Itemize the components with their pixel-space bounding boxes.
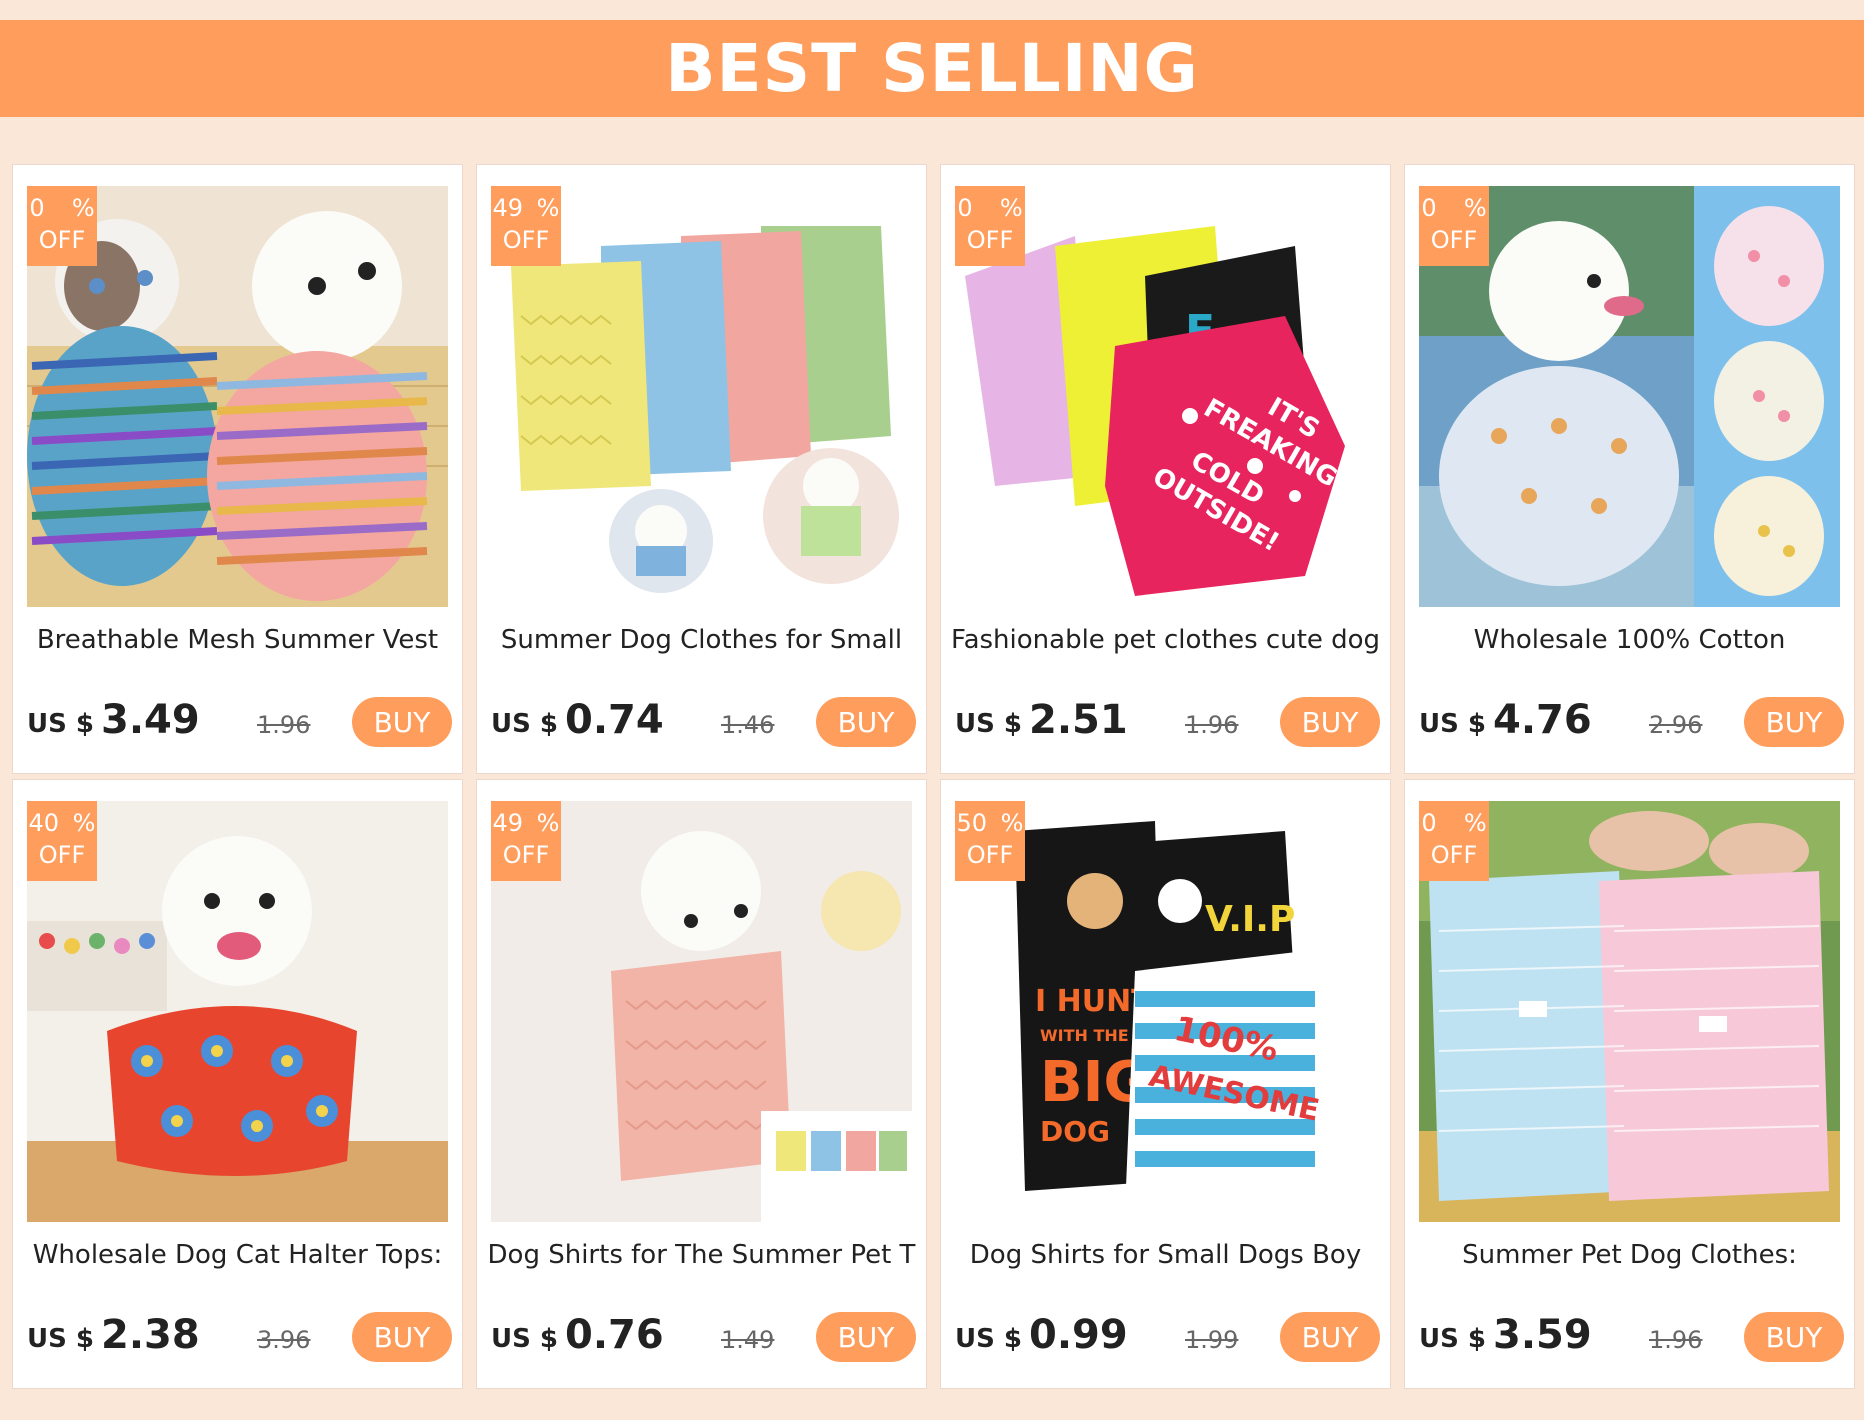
shirt-print-text: V.I.P [1205, 899, 1295, 940]
discount-percent: 50 % [956, 809, 1024, 837]
discount-percent: 0 % [29, 194, 95, 222]
product-title[interactable]: Fashionable pet clothes cute dog [951, 625, 1380, 655]
discount-off-label: OFF [38, 841, 86, 869]
product-title[interactable]: Breathable Mesh Summer Vest [23, 625, 452, 655]
discount-off-label: OFF [502, 226, 550, 254]
discount-percent: 0 % [1421, 809, 1487, 837]
sale-price: 0.74 [565, 697, 664, 743]
price-row: US $ 0.76 1.49 BUY [491, 1310, 916, 1366]
product-title[interactable]: Summer Dog Clothes for Small [487, 625, 916, 655]
buy-button[interactable]: BUY [1744, 1312, 1844, 1362]
currency-label: US $ [1419, 1324, 1486, 1354]
currency-label: US $ [955, 709, 1022, 739]
price-row: US $ 0.74 1.46 BUY [491, 695, 916, 751]
original-price: 1.96 [257, 711, 311, 739]
product-title[interactable]: Dog Shirts for The Summer Pet T [487, 1240, 916, 1270]
product-card[interactable]: 0 % OFF Wholesale 100% Cotton US $ 4.76 … [1404, 164, 1855, 774]
discount-off-label: OFF [966, 226, 1014, 254]
discount-badge: 40 % OFF [27, 801, 97, 881]
currency-label: US $ [955, 1324, 1022, 1354]
discount-badge: 0 % OFF [27, 186, 97, 266]
discount-badge: 49 % OFF [491, 801, 561, 881]
discount-badge: 0 % OFF [1419, 801, 1489, 881]
discount-off-label: OFF [966, 841, 1014, 869]
currency-label: US $ [491, 709, 558, 739]
product-card[interactable]: 0 % OFF Breathable Mesh Summer Vest US $… [12, 164, 463, 774]
original-price: 2.96 [1649, 711, 1703, 739]
price-row: US $ 4.76 2.96 BUY [1419, 695, 1844, 751]
discount-badge: 50 % OFF [955, 801, 1025, 881]
discount-off-label: OFF [1430, 226, 1478, 254]
discount-badge: 0 % OFF [955, 186, 1025, 266]
original-price: 1.46 [721, 711, 775, 739]
discount-percent: 49 % [492, 809, 560, 837]
product-title[interactable]: Dog Shirts for Small Dogs Boy [951, 1240, 1380, 1270]
currency-label: US $ [27, 1324, 94, 1354]
shirt-print-text: WITH THE [1040, 1026, 1129, 1045]
currency-label: US $ [1419, 709, 1486, 739]
product-card[interactable]: 0 % OFF Summer Pet Dog Clothes: US $ 3.5… [1404, 779, 1855, 1389]
sale-price: 3.49 [101, 697, 200, 743]
original-price: 3.96 [257, 1326, 311, 1354]
product-card[interactable]: I HUNT WITH THE BIG DOG V.I.P 100% AWESO… [940, 779, 1391, 1389]
discount-percent: 0 % [957, 194, 1023, 222]
sale-price: 3.59 [1493, 1312, 1592, 1358]
price-row: US $ 2.38 3.96 BUY [27, 1310, 452, 1366]
buy-button[interactable]: BUY [816, 1312, 916, 1362]
buy-button[interactable]: BUY [816, 697, 916, 747]
buy-button[interactable]: BUY [1744, 697, 1844, 747]
price-row: US $ 3.59 1.96 BUY [1419, 1310, 1844, 1366]
price-row: US $ 0.99 1.99 BUY [955, 1310, 1380, 1366]
product-title[interactable]: Wholesale Dog Cat Halter Tops: [23, 1240, 452, 1270]
sale-price: 0.76 [565, 1312, 664, 1358]
sale-price: 0.99 [1029, 1312, 1128, 1358]
shirt-print-text: DOG [1040, 1115, 1110, 1148]
buy-button[interactable]: BUY [1280, 697, 1380, 747]
product-title[interactable]: Wholesale 100% Cotton [1415, 625, 1844, 655]
discount-badge: 49 % OFF [491, 186, 561, 266]
product-card[interactable]: 40 % OFF Wholesale Dog Cat Halter Tops: … [12, 779, 463, 1389]
price-row: US $ 2.51 1.96 BUY [955, 695, 1380, 751]
discount-percent: 0 % [1421, 194, 1487, 222]
buy-button[interactable]: BUY [352, 697, 452, 747]
banner-title: BEST SELLING [665, 30, 1199, 107]
best-selling-banner: BEST SELLING [0, 20, 1864, 117]
product-card[interactable]: 49 % OFF Dog Shirts for The Summer Pet T… [476, 779, 927, 1389]
price-row: US $ 3.49 1.96 BUY [27, 695, 452, 751]
original-price: 1.96 [1185, 711, 1239, 739]
discount-off-label: OFF [1430, 841, 1478, 869]
original-price: 1.96 [1649, 1326, 1703, 1354]
discount-percent: 49 % [492, 194, 560, 222]
discount-off-label: OFF [38, 226, 86, 254]
product-card[interactable]: E S IT'S FREAKING COLD OUTSIDE! 0 % OFF … [940, 164, 1391, 774]
sale-price: 4.76 [1493, 697, 1592, 743]
discount-badge: 0 % OFF [1419, 186, 1489, 266]
product-card[interactable]: 49 % OFF Summer Dog Clothes for Small US… [476, 164, 927, 774]
original-price: 1.49 [721, 1326, 775, 1354]
buy-button[interactable]: BUY [1280, 1312, 1380, 1362]
product-title[interactable]: Summer Pet Dog Clothes: [1415, 1240, 1844, 1270]
discount-percent: 40 % [28, 809, 96, 837]
sale-price: 2.51 [1029, 697, 1128, 743]
buy-button[interactable]: BUY [352, 1312, 452, 1362]
original-price: 1.99 [1185, 1326, 1239, 1354]
currency-label: US $ [27, 709, 94, 739]
product-grid: 0 % OFF Breathable Mesh Summer Vest US $… [12, 164, 1855, 1389]
sale-price: 2.38 [101, 1312, 200, 1358]
currency-label: US $ [491, 1324, 558, 1354]
discount-off-label: OFF [502, 841, 550, 869]
